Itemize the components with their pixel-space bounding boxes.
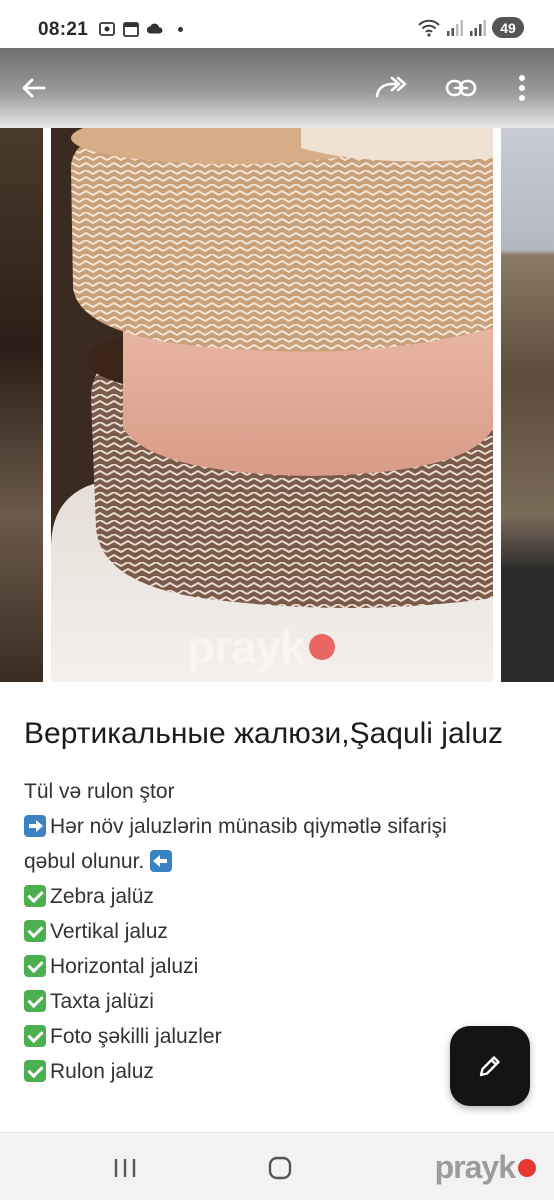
- description-text: Rulon jaluz: [50, 1060, 154, 1083]
- check-mark-icon: [24, 1060, 46, 1082]
- recents-icon: [114, 1159, 136, 1177]
- copy-link-button[interactable]: [443, 70, 479, 106]
- share-forward-icon: [375, 76, 407, 98]
- description-line: Vertikal jaluz: [24, 914, 530, 949]
- edit-fab-button[interactable]: [450, 1026, 530, 1106]
- screenshot-icon: [99, 22, 115, 36]
- check-mark-icon: [24, 955, 46, 977]
- home-icon: [268, 1156, 292, 1180]
- more-options-button[interactable]: [504, 70, 540, 106]
- description-line: Zebra jalüz: [24, 879, 530, 914]
- check-mark-icon: [24, 990, 46, 1012]
- description-text: Taxta jalüzi: [50, 990, 154, 1013]
- recents-button[interactable]: [103, 1151, 147, 1185]
- description-text: Zebra jalüz: [50, 885, 154, 908]
- description-line: Taxta jalüzi: [24, 984, 530, 1019]
- check-mark-icon: [24, 1025, 46, 1047]
- status-right-icons: 49: [417, 17, 524, 38]
- description-line: Tül və rulon ştor: [24, 774, 530, 809]
- back-button[interactable]: [16, 70, 52, 106]
- watermark-dot-icon: [518, 1158, 536, 1177]
- link-icon: [445, 79, 477, 97]
- battery-indicator: 49: [492, 17, 524, 38]
- description-text: qəbul olunur.: [24, 850, 145, 873]
- description-line: Horizontal jaluzi: [24, 949, 530, 984]
- pencil-icon: [479, 1056, 500, 1077]
- main-photo[interactable]: prayk: [51, 128, 493, 682]
- photo-watermark: prayk: [187, 620, 335, 674]
- photo-watermark-text: prayk: [187, 621, 306, 673]
- gallery-toolbar: [0, 48, 554, 128]
- check-mark-icon: [24, 920, 46, 942]
- watermark-dot-icon: [308, 634, 335, 660]
- signal-icon: [470, 19, 486, 36]
- signal-icon: [447, 19, 463, 36]
- share-button[interactable]: [372, 70, 408, 106]
- nav-watermark-text: prayk: [434, 1149, 516, 1185]
- status-time: 08:21: [38, 19, 89, 40]
- status-left-icons: [98, 20, 183, 38]
- home-button[interactable]: [258, 1151, 302, 1185]
- wifi-icon: [418, 19, 440, 37]
- previous-photo[interactable]: [0, 128, 43, 682]
- description-line: Hər növ jaluzlərin münasib qiymətlə sifa…: [24, 809, 530, 844]
- nav-watermark: prayk: [435, 1149, 536, 1186]
- notification-dot: [178, 26, 183, 32]
- description-text: Foto şəkilli jaluzler: [50, 1025, 222, 1048]
- check-mark-icon: [24, 885, 46, 907]
- calendar-icon: [123, 22, 139, 37]
- description-line: qəbul olunur.: [24, 844, 530, 879]
- description-text: Hər növ jaluzlərin münasib qiymətlə sifa…: [50, 815, 447, 838]
- next-photo[interactable]: [501, 128, 554, 682]
- arrow-left-icon: [150, 850, 173, 872]
- description-text: Vertikal jaluz: [50, 920, 168, 943]
- fabric-rolls-image: [51, 128, 493, 682]
- arrow-right-icon: [24, 815, 46, 837]
- system-nav-bar: prayk: [0, 1132, 554, 1200]
- listing-title: Вертикальные жалюзи,Şaquli jaluz: [24, 717, 504, 750]
- description-text: Tül və rulon ştor: [24, 780, 175, 803]
- cloud-icon: [146, 23, 163, 34]
- description-text: Horizontal jaluzi: [50, 955, 199, 978]
- more-vert-icon: [519, 75, 525, 101]
- arrow-left-icon: [22, 78, 46, 98]
- photo-gallery[interactable]: prayk: [0, 48, 554, 684]
